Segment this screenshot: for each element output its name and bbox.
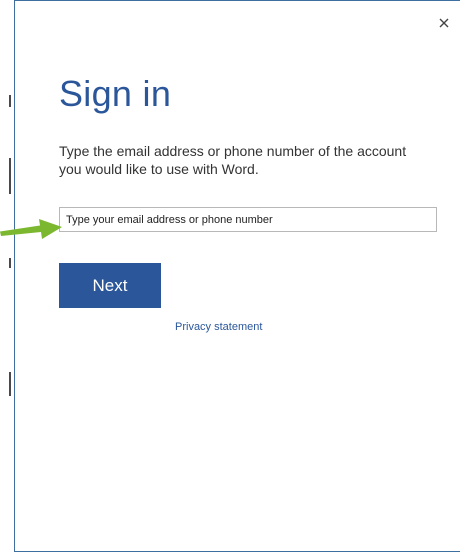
background-fragment [9, 95, 11, 107]
sign-in-description: Type the email address or phone number o… [59, 143, 407, 177]
background-window-edge [0, 0, 14, 553]
arrow-right-icon [0, 219, 62, 239]
page-title: Sign in [59, 73, 172, 114]
sign-in-dialog: Sign in Type the email address or phone … [14, 0, 460, 552]
close-icon [439, 18, 449, 28]
background-fragment [9, 372, 11, 396]
next-button[interactable]: Next [59, 263, 161, 308]
email-input[interactable] [59, 207, 437, 232]
close-button[interactable] [434, 13, 454, 33]
privacy-statement-link[interactable]: Privacy statement [175, 321, 262, 333]
background-fragment [9, 258, 11, 268]
background-fragment [9, 158, 11, 194]
